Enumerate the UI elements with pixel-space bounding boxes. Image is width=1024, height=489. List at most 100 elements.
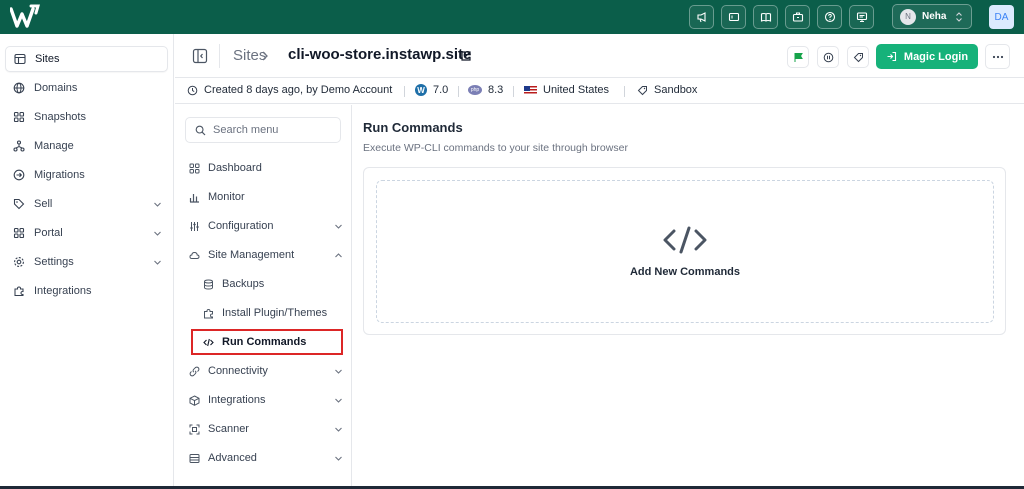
sidebar-item-label: Sites [35, 53, 60, 65]
sidebar-collapse-icon[interactable] [192, 48, 208, 64]
chevron-down-icon [335, 369, 342, 374]
sidebar-item-label: Portal [34, 227, 63, 239]
submenu-item-configuration[interactable]: Configuration [185, 214, 345, 238]
submenu-item-label: Advanced [208, 452, 257, 464]
sidebar-item-domains[interactable]: Domains [5, 75, 168, 101]
sidebar-item-portal[interactable]: Portal [5, 220, 168, 246]
login-icon [887, 51, 896, 62]
submenu-item-site-management[interactable]: Site Management [185, 243, 345, 267]
wordpress-icon: W [415, 84, 427, 96]
sidebar-item-settings[interactable]: Settings [5, 249, 168, 275]
submenu-item-backups[interactable]: Backups [199, 272, 343, 296]
site-info-bar: Created 8 days ago, by Demo Account W 7.… [175, 78, 1024, 104]
tag-button[interactable] [847, 46, 869, 68]
tag-icon [853, 52, 863, 62]
sidebar-item-label: Sell [34, 198, 53, 210]
submenu-item-scanner[interactable]: Scanner [185, 417, 345, 441]
sliders-icon [190, 221, 199, 231]
submenu-item-monitor[interactable]: Monitor [185, 185, 345, 209]
sidebar-item-sites[interactable]: Sites [5, 46, 168, 72]
sidebar-item-label: Integrations [34, 285, 92, 297]
sidebar-item-label: Manage [34, 140, 74, 152]
megaphone-icon[interactable] [689, 5, 714, 29]
created-text: Created 8 days ago, by Demo Account [204, 84, 393, 96]
pause-button[interactable] [817, 46, 839, 68]
info-divider [624, 86, 625, 97]
chevron-down-icon [335, 456, 342, 461]
submenu-item-label: Dashboard [208, 162, 262, 174]
sidebar-item-migrations[interactable]: Migrations [5, 162, 168, 188]
search-icon [195, 125, 206, 135]
php-version: php 8.3 [468, 84, 503, 96]
gear-icon [14, 257, 24, 267]
plan-text: Sandbox [654, 84, 698, 96]
add-new-commands-label: Add New Commands [629, 265, 740, 278]
sidebar-item-integrations[interactable]: Integrations [5, 278, 168, 304]
sidebar-item-label: Migrations [34, 169, 85, 181]
us-flag-icon [524, 85, 537, 95]
sidebar-item-label: Settings [34, 256, 74, 268]
user-avatar: N [900, 8, 916, 25]
puzzle-icon [204, 308, 213, 318]
flag-button[interactable] [787, 46, 809, 68]
code-icon [203, 338, 214, 346]
region-text: United States [543, 84, 610, 96]
submenu-item-advanced[interactable]: Advanced [185, 446, 345, 470]
user-menu-button[interactable]: N Neha [892, 4, 972, 29]
plan-info: Sandbox [637, 84, 697, 96]
submenu-item-label: Integrations [208, 394, 266, 406]
header-divider [219, 44, 220, 68]
magic-login-label: Magic Login [903, 50, 969, 63]
ticket-icon[interactable] [721, 5, 746, 29]
table-icon [14, 53, 26, 65]
puzzle-icon [14, 286, 24, 297]
wordpress-version: W 7.0 [415, 84, 448, 96]
pause-circle-icon [823, 52, 833, 62]
briefcase-icon[interactable] [785, 5, 810, 29]
chevron-updown-icon [956, 12, 962, 22]
top-bar: N Neha DA [0, 0, 1024, 34]
arrow-circle-icon [13, 169, 25, 181]
book-icon[interactable] [753, 5, 778, 29]
search-menu-field[interactable] [185, 117, 341, 143]
sidebar-item-sell[interactable]: Sell [5, 191, 168, 217]
site-title: cli-woo-store.instawp.site [288, 46, 472, 63]
tag-icon [13, 198, 25, 210]
submenu-item-install-plugin-themes[interactable]: Install Plugin/Themes [199, 301, 343, 325]
site-submenu: Dashboard Monitor Configuration Site Man… [175, 105, 352, 489]
php-icon: php [468, 85, 482, 95]
help-icon[interactable] [817, 5, 842, 29]
grid-icon [189, 163, 200, 173]
page-description: Execute WP-CLI commands to your site thr… [363, 142, 628, 154]
submenu-item-dashboard[interactable]: Dashboard [185, 156, 345, 180]
box-icon [189, 394, 200, 406]
chevron-up-icon [335, 253, 342, 258]
magic-login-button[interactable]: Magic Login [876, 44, 978, 69]
code-icon [663, 226, 707, 253]
submenu-item-run-commands[interactable]: Run Commands [191, 329, 343, 355]
external-link-icon[interactable] [460, 50, 472, 62]
account-avatar[interactable]: DA [989, 5, 1014, 29]
info-divider [513, 86, 514, 97]
cloud-icon [189, 251, 200, 259]
chevron-down-icon [154, 260, 161, 265]
panel-icon [189, 453, 200, 463]
submenu-item-label: Configuration [208, 220, 274, 232]
submenu-item-label: Monitor [208, 191, 245, 203]
submenu-item-integrations[interactable]: Integrations [185, 388, 345, 412]
submenu-item-connectivity[interactable]: Connectivity [185, 359, 345, 383]
instawp-logo[interactable] [10, 4, 40, 30]
user-name: Neha [922, 11, 947, 22]
chevron-down-icon [335, 427, 342, 432]
created-info: Created 8 days ago, by Demo Account [187, 84, 392, 96]
monitor-icon[interactable] [849, 5, 874, 29]
bar-chart-icon [189, 193, 199, 203]
add-new-commands-dropzone[interactable]: Add New Commands [376, 180, 994, 323]
sidebar-item-snapshots[interactable]: Snapshots [5, 104, 168, 130]
more-options-button[interactable] [985, 44, 1010, 69]
sidebar-item-manage[interactable]: Manage [5, 133, 168, 159]
tag-icon [637, 85, 647, 95]
chevron-down-icon [154, 231, 161, 236]
grid-icon [13, 227, 25, 239]
search-menu-input[interactable] [213, 124, 338, 136]
